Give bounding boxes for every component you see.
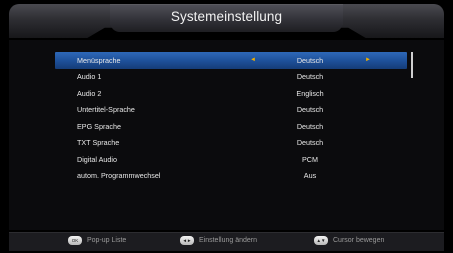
setting-label: EPG Sprache [77,121,121,131]
setting-row-audio-1[interactable]: Audio 1 Deutsch [55,69,407,86]
setting-row-auto-channel-switch[interactable]: autom. Programmwechsel Aus [55,168,407,185]
hint-left-right-label: Einstellung ändern [199,237,257,244]
setting-row-subtitle-language[interactable]: Untertitel-Sprache Deutsch [55,102,407,119]
up-down-key-icon: ▲▼ [314,236,328,245]
setting-value: Deutsch [296,55,324,65]
setting-value: Deutsch [296,121,324,131]
page-title: Systemeinstellung [170,9,283,24]
setting-label: Digital Audio [77,154,117,164]
hint-left-right: ◄► Einstellung ändern [180,236,257,245]
setting-value: PCM [302,154,318,164]
setting-value: Englisch [296,88,324,98]
hint-ok: OK Pop-up Liste [68,236,126,245]
setting-label: Audio 2 [77,88,102,98]
arrow-right-icon[interactable]: ► [365,57,371,63]
hint-up-down-label: Cursor bewegen [333,237,385,244]
left-right-key-icon: ◄► [180,236,194,245]
setting-label: Audio 1 [77,72,102,82]
setting-label: Menüsprache [77,55,121,65]
setting-row-txt-language[interactable]: TXT Sprache Deutsch [55,135,407,152]
setting-row-digital-audio[interactable]: Digital Audio PCM [55,151,407,168]
hint-ok-label: Pop-up Liste [87,237,127,244]
scrollbar[interactable] [411,52,413,78]
setting-value: Deutsch [296,105,324,115]
setting-row-audio-2[interactable]: Audio 2 Englisch [55,85,407,102]
setting-value: Deutsch [296,138,324,148]
arrow-left-icon[interactable]: ◄ [250,57,256,63]
settings-screen: Systemeinstellung Menüsprache ◄ Deutsch … [0,0,453,253]
setting-value: Deutsch [296,72,324,82]
setting-value: Aus [303,171,317,181]
setting-label: TXT Sprache [77,138,120,148]
setting-row-menu-language[interactable]: Menüsprache ◄ Deutsch ► [55,52,407,69]
settings-list: Menüsprache ◄ Deutsch ► Audio 1 Deutsch … [55,52,407,184]
hint-up-down: ▲▼ Cursor bewegen [314,236,384,245]
setting-label: autom. Programmwechsel [77,171,161,181]
ok-key-icon: OK [68,236,82,245]
setting-label: Untertitel-Sprache [77,105,135,115]
setting-row-epg-language[interactable]: EPG Sprache Deutsch [55,118,407,135]
